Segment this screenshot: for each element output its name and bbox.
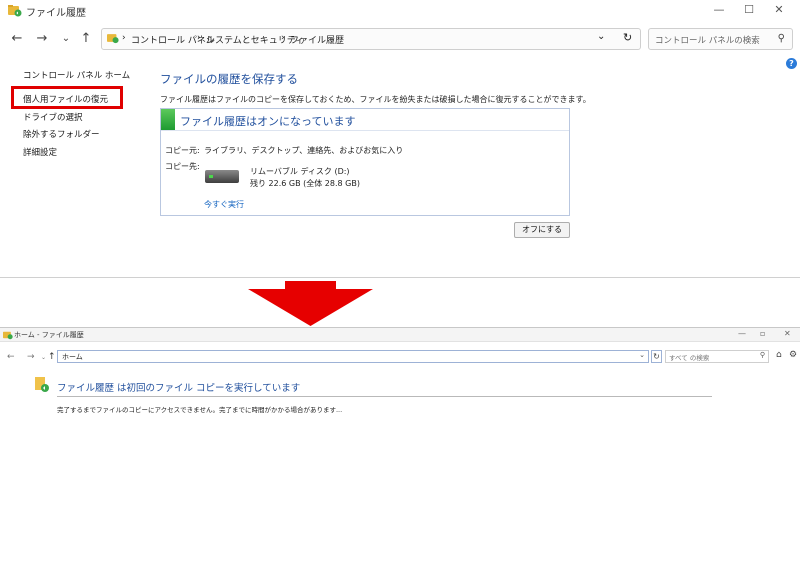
sidebar-item-control-panel-home[interactable]: コントロール パネル ホーム: [23, 69, 130, 81]
breadcrumb-file-history[interactable]: ファイル履歴: [290, 33, 344, 46]
window-title: ファイル履歴: [26, 8, 86, 19]
up-arrow-icon[interactable]: ↑: [48, 352, 56, 362]
status-bar: ファイル履歴はオンになっています: [161, 109, 569, 131]
sidebar-item-restore-personal-files[interactable]: 個人用ファイルの復元: [23, 93, 108, 105]
file-history-app-icon: [3, 331, 13, 340]
breadcrumb-separator-icon: ›: [281, 33, 285, 43]
search-box[interactable]: コントロール パネルの検索 ⚲: [648, 28, 793, 50]
back-arrow-icon[interactable]: ←: [8, 31, 26, 47]
minimize-button[interactable]: —: [738, 329, 746, 338]
minimize-button[interactable]: —: [704, 2, 734, 18]
down-arrow-icon: [248, 281, 373, 326]
run-now-link[interactable]: 今すぐ実行: [204, 199, 244, 210]
removable-drive-icon: [205, 170, 239, 183]
recent-locations-chevron-icon[interactable]: ⌄: [57, 31, 75, 47]
breadcrumb-separator-icon: ›: [122, 33, 126, 43]
copy-to-label: コピー先:: [165, 162, 200, 171]
file-history-icon: [35, 377, 49, 392]
file-history-app-icon: [8, 5, 22, 17]
breadcrumb-separator-icon: ›: [197, 33, 201, 43]
home-icon[interactable]: ⌂: [776, 350, 782, 360]
forward-arrow-icon[interactable]: →: [27, 352, 35, 362]
address-dropdown-icon[interactable]: ⌄: [639, 351, 645, 359]
refresh-icon[interactable]: ↻: [623, 31, 632, 44]
search-icon[interactable]: ⚲: [760, 351, 765, 359]
sidebar-item-select-drive[interactable]: ドライブの選択: [23, 111, 83, 123]
maximize-button[interactable]: ▫: [760, 329, 765, 338]
progress-heading: ファイル履歴 は初回のファイル コピーを実行しています: [57, 383, 301, 394]
status-green-indicator: [161, 109, 175, 130]
back-arrow-icon[interactable]: ←: [7, 352, 15, 362]
copy-from-label: コピー元:: [165, 146, 200, 155]
page-description: ファイル履歴はファイルのコピーを保存しておくため、ファイルを紛失または破損した場…: [160, 95, 591, 104]
close-button[interactable]: ✕: [764, 2, 794, 18]
window-title: ホーム - ファイル履歴: [14, 331, 84, 339]
status-text: ファイル履歴はオンになっています: [180, 115, 356, 128]
close-button[interactable]: ✕: [784, 329, 791, 338]
search-box[interactable]: すべて の検索 ⚲: [665, 350, 769, 363]
breadcrumb-control-panel[interactable]: コントロール パネル: [131, 33, 215, 46]
drive-name: リムーバブル ディスク (D:): [250, 167, 350, 176]
file-history-window: ファイル履歴 — ☐ ✕ ← → ⌄ ↑ › コントロール パネル › システム…: [0, 0, 800, 278]
forward-arrow-icon[interactable]: →: [33, 31, 51, 47]
title-bar: ファイル履歴 — ☐ ✕: [0, 0, 800, 22]
turn-off-button[interactable]: オフにする: [514, 222, 570, 238]
address-text: ホーム: [62, 353, 83, 361]
screenshot-stage: ファイル履歴 — ☐ ✕ ← → ⌄ ↑ › コントロール パネル › システム…: [0, 0, 800, 577]
maximize-button[interactable]: ☐: [734, 2, 764, 18]
search-placeholder: コントロール パネルの検索: [655, 36, 760, 46]
control-panel-icon: [107, 34, 119, 44]
drive-space: 残り 22.6 GB (全体 28.8 GB): [250, 179, 360, 188]
address-dropdown-icon[interactable]: ⌄: [597, 31, 605, 42]
sidebar-item-advanced-settings[interactable]: 詳細設定: [23, 146, 57, 158]
title-bar: ホーム - ファイル履歴 — ▫ ✕: [0, 328, 800, 342]
refresh-icon[interactable]: ↻: [651, 350, 662, 363]
gear-icon[interactable]: ⚙: [789, 350, 797, 360]
recent-locations-chevron-icon[interactable]: ⌄: [41, 354, 46, 361]
search-placeholder: すべて の検索: [669, 354, 710, 362]
divider: [57, 396, 712, 397]
page-title: ファイルの履歴を保存する: [160, 72, 298, 86]
help-icon[interactable]: ?: [786, 58, 797, 69]
up-arrow-icon[interactable]: ↑: [77, 31, 95, 47]
sidebar-item-exclude-folders[interactable]: 除外するフォルダー: [23, 128, 100, 140]
file-history-restore-window: ホーム - ファイル履歴 — ▫ ✕ ← → ⌄ ↑ ホーム ⌄ ↻ すべて の…: [0, 327, 800, 577]
copy-from-value: ライブラリ、デスクトップ、連絡先、およびお気に入り: [204, 146, 404, 155]
progress-message: 完了するまでファイルのコピーにアクセスできません。完了までに時間がかかる場合があ…: [57, 406, 343, 414]
search-icon[interactable]: ⚲: [778, 33, 785, 44]
address-bar[interactable]: ホーム ⌄: [57, 350, 649, 363]
